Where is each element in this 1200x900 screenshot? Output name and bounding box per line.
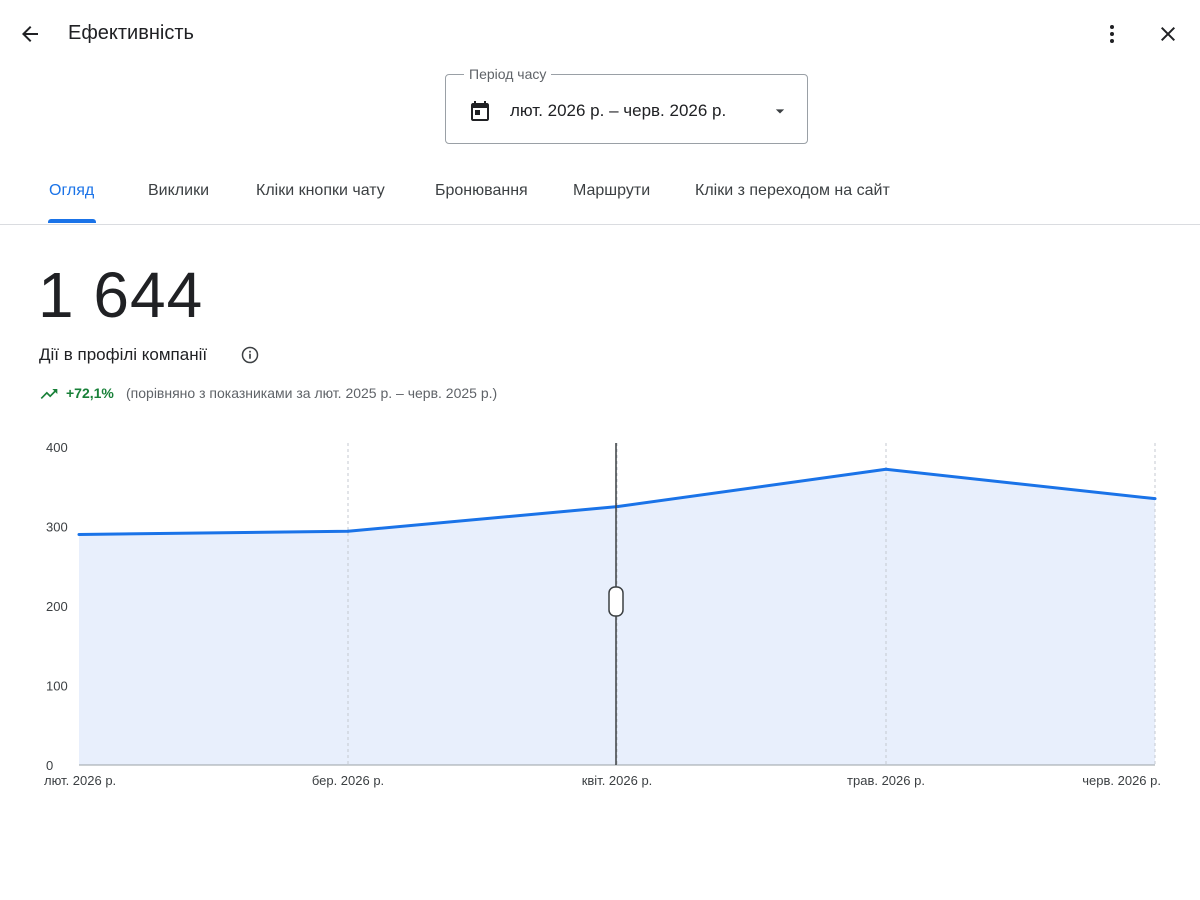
- chart-cursor-handle[interactable]: [608, 586, 624, 617]
- back-button[interactable]: [10, 14, 50, 54]
- y-tick-label: 300: [46, 520, 68, 535]
- performance-chart[interactable]: 0 100 200 300 400 лют. 2026 р. бер. 2026 р. кві…: [0, 430, 1200, 810]
- active-tab-indicator: [48, 219, 96, 223]
- x-tick-label: трав. 2026 р.: [847, 773, 925, 788]
- tab-chat-clicks[interactable]: Кліки кнопки чату: [256, 182, 385, 200]
- info-icon[interactable]: [240, 345, 260, 365]
- data-point: [77, 532, 81, 536]
- x-tick-label: квіт. 2026 р.: [582, 773, 653, 788]
- top-app-bar: Ефективність: [0, 0, 1200, 68]
- data-point: [1153, 497, 1157, 501]
- y-tick-label: 200: [46, 599, 68, 614]
- y-tick-label: 400: [46, 440, 68, 455]
- trend-comparison-text: (порівняно з показниками за лют. 2025 р.…: [126, 385, 498, 401]
- more-options-button[interactable]: [1092, 14, 1132, 54]
- close-icon: [1161, 27, 1175, 41]
- trending-up-icon: [40, 389, 58, 399]
- page-title: Ефективність: [68, 22, 194, 44]
- more-vert-icon: [1110, 25, 1114, 43]
- calendar-icon: [471, 101, 489, 121]
- dropdown-arrow-icon: [775, 109, 785, 114]
- total-actions-value: 1 644: [38, 259, 204, 331]
- close-button[interactable]: [1148, 14, 1188, 54]
- y-tick-label: 100: [46, 679, 68, 694]
- tab-website-clicks[interactable]: Кліки з переходом на сайт: [695, 182, 890, 200]
- x-tick-label: черв. 2026 р.: [1082, 773, 1161, 788]
- tab-bookings[interactable]: Бронювання: [435, 182, 528, 200]
- data-point: [346, 529, 350, 533]
- tab-calls[interactable]: Виклики: [148, 182, 209, 200]
- period-select[interactable]: Період часу лют. 2026 р. – черв. 2026 р.: [445, 66, 808, 144]
- trend-change-value: +72,1%: [66, 385, 114, 401]
- x-tick-label: бер. 2026 р.: [312, 773, 384, 788]
- data-point: [884, 467, 888, 471]
- x-tick-label: лют. 2026 р.: [44, 773, 116, 788]
- tab-directions[interactable]: Маршрути: [573, 182, 650, 200]
- period-label: Період часу: [464, 66, 552, 82]
- period-value: лют. 2026 р. – черв. 2026 р.: [510, 101, 727, 120]
- tab-bar: Огляд Виклики Кліки кнопки чату Бронюван…: [0, 160, 1200, 225]
- arrow-back-icon: [22, 26, 38, 42]
- tab-overview[interactable]: Огляд: [49, 182, 94, 200]
- y-tick-label: 0: [46, 758, 53, 773]
- metric-label: Дії в профілі компанії: [39, 345, 208, 364]
